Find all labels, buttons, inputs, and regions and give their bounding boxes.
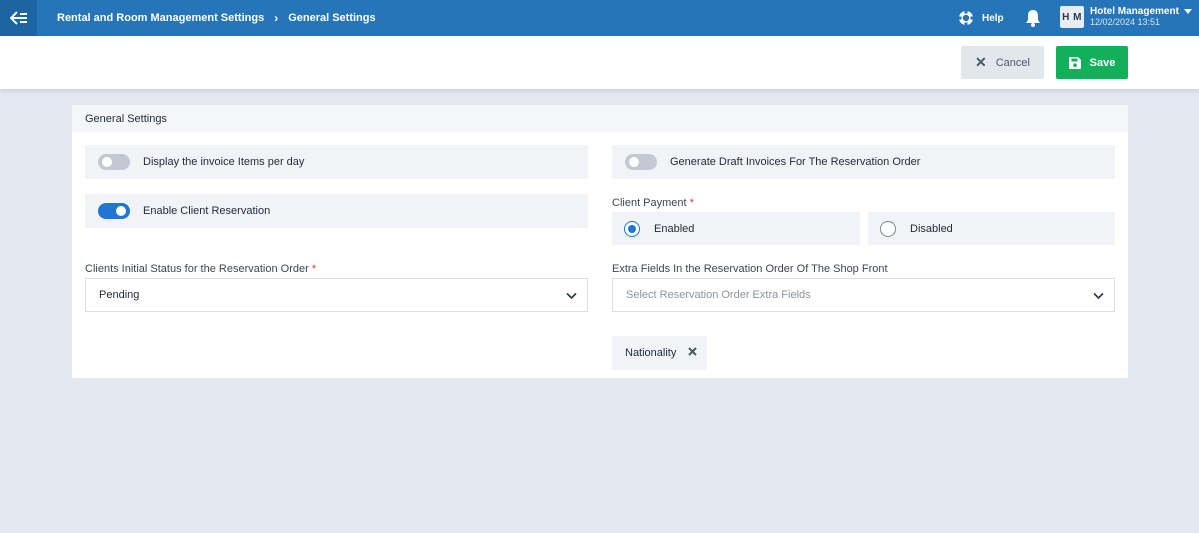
invoice-items-per-day-row: Display the invoice Items per day [85, 145, 588, 179]
user-menu[interactable]: H M Hotel Management 12/02/2024 13:51 [1060, 6, 1192, 28]
radio-unchecked[interactable] [880, 220, 896, 237]
help-link[interactable]: Help [958, 0, 1004, 36]
cancel-button[interactable]: ✕ Cancel [961, 46, 1044, 79]
chevron-right-icon: › [274, 11, 279, 25]
back-button[interactable] [0, 0, 37, 36]
toggle-label: Generate Draft Invoices For The Reservat… [670, 156, 921, 168]
close-icon: ✕ [975, 54, 987, 70]
client-payment-disabled-option[interactable]: Disabled [868, 212, 1115, 245]
initial-status-label: Clients Initial Status for the Reservati… [85, 263, 317, 275]
invoice-items-per-day-toggle[interactable] [98, 154, 130, 170]
breadcrumb: Rental and Room Management Settings › Ge… [57, 0, 376, 36]
enable-client-reservation-toggle[interactable] [98, 203, 130, 219]
remove-tag-close-icon[interactable] [687, 346, 698, 357]
lifebuoy-icon [958, 10, 974, 26]
save-button[interactable]: Save [1056, 46, 1128, 79]
user-datetime: 12/02/2024 13:51 [1090, 17, 1161, 27]
chevron-down-icon [566, 292, 577, 300]
arrow-left-icon [9, 11, 27, 25]
toggle-label: Display the invoice Items per day [143, 156, 305, 168]
save-label: Save [1089, 56, 1116, 69]
radio-label: Disabled [910, 222, 953, 235]
draft-invoices-row: Generate Draft Invoices For The Reservat… [612, 145, 1115, 179]
extra-fields-select[interactable]: Select Reservation Order Extra Fields [612, 278, 1115, 312]
client-payment-label: Client Payment * [612, 197, 694, 209]
action-bar: ✕ Cancel Save [0, 36, 1199, 89]
radio-checked[interactable] [624, 220, 640, 237]
cancel-label: Cancel [995, 56, 1030, 69]
select-placeholder: Select Reservation Order Extra Fields [626, 289, 811, 301]
breadcrumb-parent[interactable]: Rental and Room Management Settings [57, 12, 264, 24]
radio-label: Enabled [654, 222, 695, 235]
draft-invoices-toggle[interactable] [625, 154, 657, 170]
client-payment-enabled-option[interactable]: Enabled [612, 212, 860, 245]
avatar: H M [1060, 6, 1084, 28]
breadcrumb-current: General Settings [288, 12, 376, 24]
floppy-disk-icon [1068, 56, 1081, 69]
extra-fields-label: Extra Fields In the Reservation Order Of… [612, 263, 888, 275]
initial-status-select[interactable]: Pending [85, 278, 588, 312]
panel-title: General Settings [72, 105, 1128, 132]
help-label: Help [982, 12, 1004, 24]
tag-label: Nationality [625, 347, 677, 359]
caret-down-icon [1183, 9, 1192, 14]
chevron-down-icon [1093, 292, 1104, 300]
notifications-bell-icon[interactable] [1024, 8, 1042, 28]
user-name: Hotel Management [1090, 6, 1179, 17]
toggle-label: Enable Client Reservation [143, 205, 271, 217]
top-bar: Rental and Room Management Settings › Ge… [0, 0, 1199, 36]
select-value: Pending [99, 289, 140, 301]
general-settings-panel: General Settings Display the invoice Ite… [72, 105, 1128, 378]
enable-client-reservation-row: Enable Client Reservation [85, 194, 588, 228]
selected-tag-nationality: Nationality [612, 336, 707, 370]
